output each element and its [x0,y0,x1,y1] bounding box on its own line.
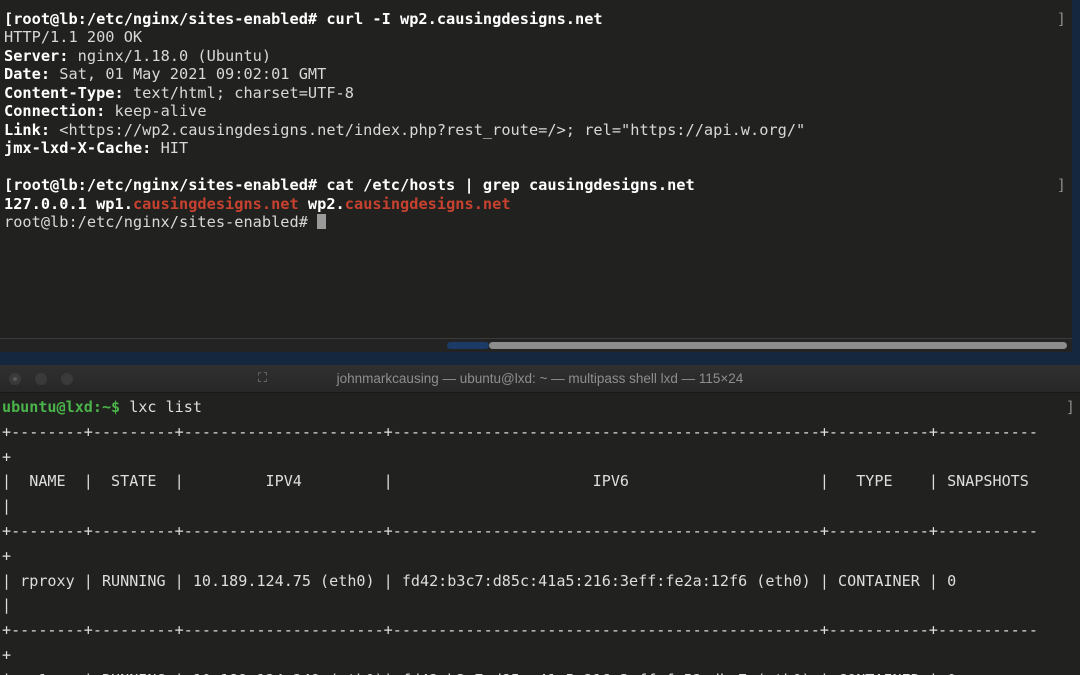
terminal-prompt-3: root@lb:/etc/nginx/sites-enabled# [4,212,318,231]
horizontal-scrollbar-thumb[interactable] [489,342,1067,349]
line-wrap-marker-top-1: ] [1056,10,1066,28]
table-row: | rproxy | RUNNING | 10.189.124.75 (eth0… [2,571,957,590]
terminal-line-hosts-match: 127.0.0.1 wp1.causingdesigns.net wp2.cau… [4,195,1072,213]
table-header-row: | NAME | STATE | IPV4 | IPV6 | TYPE | SN… [2,472,1029,491]
table-border-header-wrap: + [2,546,12,565]
bottom-terminal-output[interactable]: ubuntu@lxd:~$ lxc list +--------+-------… [0,392,1080,675]
window-titlebar[interactable]: ⛶ johnmarkcausing — ubuntu@lxd: ~ — mult… [0,365,1080,393]
terminal-cursor [317,213,327,229]
header-key-jmx-lxd-x-cache: jmx-lxd-X-Cache: [4,139,152,158]
nginx-load-balancer-terminal[interactable]: [root@lb:/etc/nginx/sites-enabled# curl … [0,0,1072,352]
header-val-connection: keep-alive [105,102,207,121]
table-border-mid-wrap: + [2,645,12,664]
header-key-connection: Connection: [4,102,106,121]
terminal-line-header-cache: jmx-lxd-X-Cache: HIT [4,139,1072,157]
terminal-line-header-link: Link: <https://wp2.causingdesigns.net/in… [4,121,1072,139]
table-header-row-wrap: | [2,497,12,516]
grep-match-2: causingdesigns.net [344,194,511,213]
horizontal-scrollbar-track[interactable] [0,338,1072,352]
header-key-server: Server: [4,46,69,65]
desktop-screen: [root@lb:/etc/nginx/sites-enabled# curl … [0,0,1080,675]
multipass-lxd-shell-window[interactable]: ⛶ johnmarkcausing — ubuntu@lxd: ~ — mult… [0,365,1080,675]
top-terminal-output[interactable]: [root@lb:/etc/nginx/sites-enabled# curl … [0,0,1072,231]
line-wrap-marker-bottom: ] [1065,398,1075,416]
table-border-top-wrap: + [2,447,12,466]
terminal-line-lxc-list-command: ubuntu@lxd:~$ lxc list [2,395,1080,420]
table-border-header: +--------+---------+--------------------… [2,521,1038,540]
terminal-prompt: [root@lb:/etc/nginx/sites-enabled# curl … [4,10,603,28]
line-wrap-marker-top-2: ] [1056,176,1066,194]
terminal-line-header-connection: Connection: keep-alive [4,102,1072,120]
header-key-link: Link: [4,120,51,139]
table-border-top: +--------+---------+--------------------… [2,422,1038,441]
header-val-content-type: text/html; charset=UTF-8 [123,83,354,102]
grep-match-1: causingdesigns.net [132,194,299,213]
terminal-line-command-cat-hosts: [root@lb:/etc/nginx/sites-enabled# cat /… [4,176,1072,194]
header-val-date: Sat, 01 May 2021 09:02:01 GMT [50,65,327,84]
shell-command [120,398,129,416]
hosts-wp2: wp2. [298,194,345,213]
terminal-line-header-date: Date: Sat, 01 May 2021 09:02:01 GMT [4,65,1072,83]
table-row: | wp1 | RUNNING | 10.189.124.249 (eth0)|… [2,668,1080,675]
header-key-content-type: Content-Type: [4,83,124,102]
table-border-mid: +--------+---------+--------------------… [2,621,1038,640]
terminal-line-active-prompt: root@lb:/etc/nginx/sites-enabled# [4,213,1072,231]
table-row-wrap: | [2,596,12,615]
window-title: johnmarkcausing — ubuntu@lxd: ~ — multip… [336,371,744,386]
header-val-server: nginx/1.18.0 (Ubuntu) [68,46,272,65]
terminal-line-command-curl: [root@lb:/etc/nginx/sites-enabled# curl … [4,10,1072,28]
terminal-line-header-server: Server: nginx/1.18.0 (Ubuntu) [4,47,1072,65]
shell-command-text: lxc list [129,398,202,416]
header-key-date: Date: [4,65,51,84]
header-val-link: <https://wp2.causingdesigns.net/index.ph… [50,120,806,139]
shell-prompt: ubuntu@lxd:~$ [2,398,121,416]
desktop-gutter [1072,0,1080,365]
terminal-line-header-content-type: Content-Type: text/html; charset=UTF-8 [4,84,1072,102]
terminal-line-status: HTTP/1.1 200 OK [4,28,143,47]
scrollbar-left-segment [447,342,489,349]
terminal-prompt-2: [root@lb:/etc/nginx/sites-enabled# cat /… [4,176,695,195]
hosts-ip-and-wp1: 127.0.0.1 wp1. [4,194,133,213]
header-val-jmx-lxd-x-cache: HIT [151,139,189,158]
